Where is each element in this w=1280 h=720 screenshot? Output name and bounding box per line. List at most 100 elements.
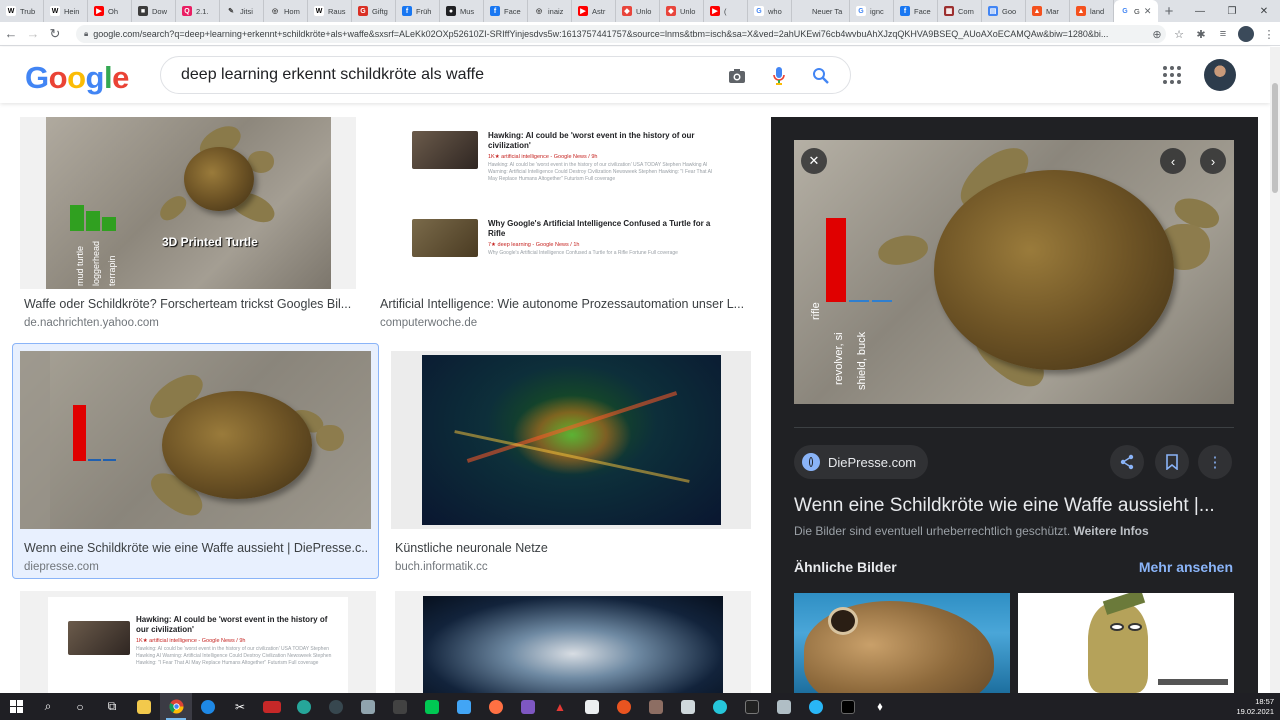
user-avatar[interactable]: [1204, 59, 1236, 91]
maximize-icon[interactable]: ❐: [1216, 0, 1248, 22]
apps-grid-icon[interactable]: [1163, 66, 1181, 84]
browser-tab[interactable]: W Hein: [44, 0, 88, 22]
close-preview-icon[interactable]: ✕: [801, 148, 827, 174]
app-icon-green[interactable]: [416, 693, 448, 720]
more-options-icon[interactable]: ⋮: [1198, 445, 1232, 479]
browser-tab[interactable]: ◆ Unlo: [616, 0, 660, 22]
result-thumbnail[interactable]: mud turtle loggerhead terrapin 3D Printe…: [20, 117, 356, 289]
app-icon-dark[interactable]: [832, 693, 864, 720]
result-thumbnail[interactable]: [395, 591, 751, 693]
browser-tab[interactable]: f Face: [894, 0, 938, 22]
result-source[interactable]: buch.informatik.cc: [395, 561, 488, 573]
app-icon-voice[interactable]: [256, 693, 288, 720]
extensions-icon[interactable]: ✱: [1190, 28, 1212, 41]
source-chip[interactable]: DiePresse.com: [794, 445, 929, 479]
browser-tab[interactable]: W Trub: [0, 0, 44, 22]
scrollbar-thumb[interactable]: [1272, 83, 1278, 193]
camera-icon[interactable]: [726, 65, 748, 87]
result-source[interactable]: de.nachrichten.yahoo.com: [24, 317, 159, 329]
tool-icon[interactable]: ✂: [224, 693, 256, 720]
browser-tab[interactable]: Gwho: [748, 0, 792, 22]
browser-tab[interactable]: f Früh: [396, 0, 440, 22]
browser-tab[interactable]: Gignc: [850, 0, 894, 22]
telegram-icon[interactable]: [800, 693, 832, 720]
page-scrollbar[interactable]: [1270, 47, 1280, 693]
browser-tab[interactable]: ◎ inaiz: [528, 0, 572, 22]
result-card-2[interactable]: Hawking: AI could be 'worst event in the…: [376, 117, 751, 337]
browser-tab[interactable]: ✎ Jitsi: [220, 0, 264, 22]
app-icon-arrow[interactable]: ⬧: [864, 693, 896, 720]
result-card-4[interactable]: Künstliche neuronale Netze buch.informat…: [391, 351, 751, 573]
preview-image[interactable]: rifle revolver, si shield, buck: [794, 140, 1234, 404]
result-card-5[interactable]: Hawking: AI could be 'worst event in the…: [20, 591, 376, 693]
browser-tab[interactable]: ◎ Hom: [264, 0, 308, 22]
taskbar-search-icon[interactable]: ⌕: [32, 693, 64, 720]
app-icon-blue[interactable]: [448, 693, 480, 720]
result-title[interactable]: Wenn eine Schildkröte wie eine Waffe aus…: [24, 541, 369, 555]
firefox-icon[interactable]: [480, 693, 512, 720]
forward-icon[interactable]: →: [22, 23, 44, 45]
result-title[interactable]: Künstliche neuronale Netze: [395, 541, 750, 555]
minimize-icon[interactable]: —: [1184, 0, 1216, 22]
previous-image-icon[interactable]: ‹: [1160, 148, 1186, 174]
browser-tab[interactable]: G Giftg: [352, 0, 396, 22]
app-icon-live[interactable]: [384, 693, 416, 720]
see-more-link[interactable]: Mehr ansehen: [1139, 559, 1233, 575]
result-thumbnail[interactable]: Hawking: AI could be 'worst event in the…: [376, 117, 751, 289]
result-title[interactable]: Waffe oder Schildkröte? Forscherteam tri…: [24, 297, 354, 311]
browser-tab[interactable]: ▲ land: [1070, 0, 1114, 22]
browser-tab[interactable]: ▶(: [704, 0, 748, 22]
browser-tab[interactable]: f Face: [484, 0, 528, 22]
edge-icon[interactable]: [192, 693, 224, 720]
app-icon-purple[interactable]: [512, 693, 544, 720]
chrome-icon[interactable]: [160, 693, 192, 720]
app-icon-chat[interactable]: [704, 693, 736, 720]
browser-tab[interactable]: ▦ Com: [938, 0, 982, 22]
result-source[interactable]: diepresse.com: [24, 561, 99, 573]
browser-tab[interactable]: ▤ Goo: [982, 0, 1026, 22]
address-bar[interactable]: 🔒︎ google.com/search?q=deep+learning+erk…: [76, 25, 1166, 43]
app-icon-window[interactable]: [352, 693, 384, 720]
app-icon-cloud[interactable]: [768, 693, 800, 720]
browser-tab[interactable]: Neuer Ta: [792, 0, 850, 22]
bookmark-star-icon[interactable]: ☆: [1168, 28, 1190, 41]
result-card-6[interactable]: [395, 591, 751, 693]
result-source[interactable]: computerwoche.de: [380, 317, 477, 329]
share-icon[interactable]: [1110, 445, 1144, 479]
cortana-icon[interactable]: ○: [64, 693, 96, 720]
close-window-icon[interactable]: ✕: [1248, 0, 1280, 22]
app-icon-grid[interactable]: [672, 693, 704, 720]
ubuntu-icon[interactable]: [608, 693, 640, 720]
search-input[interactable]: deep learning erkennt schildkröte als wa…: [160, 56, 851, 94]
tab-close-icon[interactable]: ✕: [1144, 6, 1152, 17]
terminal-icon[interactable]: [736, 693, 768, 720]
result-thumbnail[interactable]: [20, 351, 371, 529]
result-thumbnail[interactable]: [391, 351, 751, 529]
browser-tab[interactable]: W Raus: [308, 0, 352, 22]
browser-tab[interactable]: ■ Dow: [132, 0, 176, 22]
browser-tab[interactable]: ▶ Oh: [88, 0, 132, 22]
reading-list-icon[interactable]: ≡: [1212, 28, 1234, 40]
back-icon[interactable]: ←: [0, 23, 22, 45]
result-thumbnail[interactable]: Hawking: AI could be 'worst event in the…: [20, 591, 376, 693]
google-logo[interactable]: Google: [25, 60, 129, 96]
browser-tab[interactable]: G G ✕: [1114, 0, 1158, 22]
browser-tab[interactable]: ● Mus: [440, 0, 484, 22]
browser-tab[interactable]: ◆ Unlo: [660, 0, 704, 22]
new-tab-button[interactable]: +: [1158, 3, 1180, 20]
profile-avatar[interactable]: [1238, 26, 1254, 42]
result-card-3[interactable]: Wenn eine Schildkröte wie eine Waffe aus…: [20, 351, 371, 573]
similar-image-2[interactable]: [1018, 593, 1234, 693]
app-icon-doc[interactable]: [576, 693, 608, 720]
similar-image-1[interactable]: [794, 593, 1010, 693]
more-info-link[interactable]: Weitere Infos: [1074, 524, 1149, 538]
save-bookmark-icon[interactable]: [1155, 445, 1189, 479]
browser-tab[interactable]: Q 2.1.: [176, 0, 220, 22]
system-clock[interactable]: 18:57 19.02.2021: [1236, 693, 1274, 720]
browser-tab[interactable]: ▲ Mar: [1026, 0, 1070, 22]
task-view-icon[interactable]: ⧉: [96, 693, 128, 720]
app-icon-obs[interactable]: [320, 693, 352, 720]
reload-icon[interactable]: ↻: [44, 23, 66, 45]
app-icon-photo[interactable]: [640, 693, 672, 720]
menu-icon[interactable]: ⋮: [1258, 28, 1280, 41]
